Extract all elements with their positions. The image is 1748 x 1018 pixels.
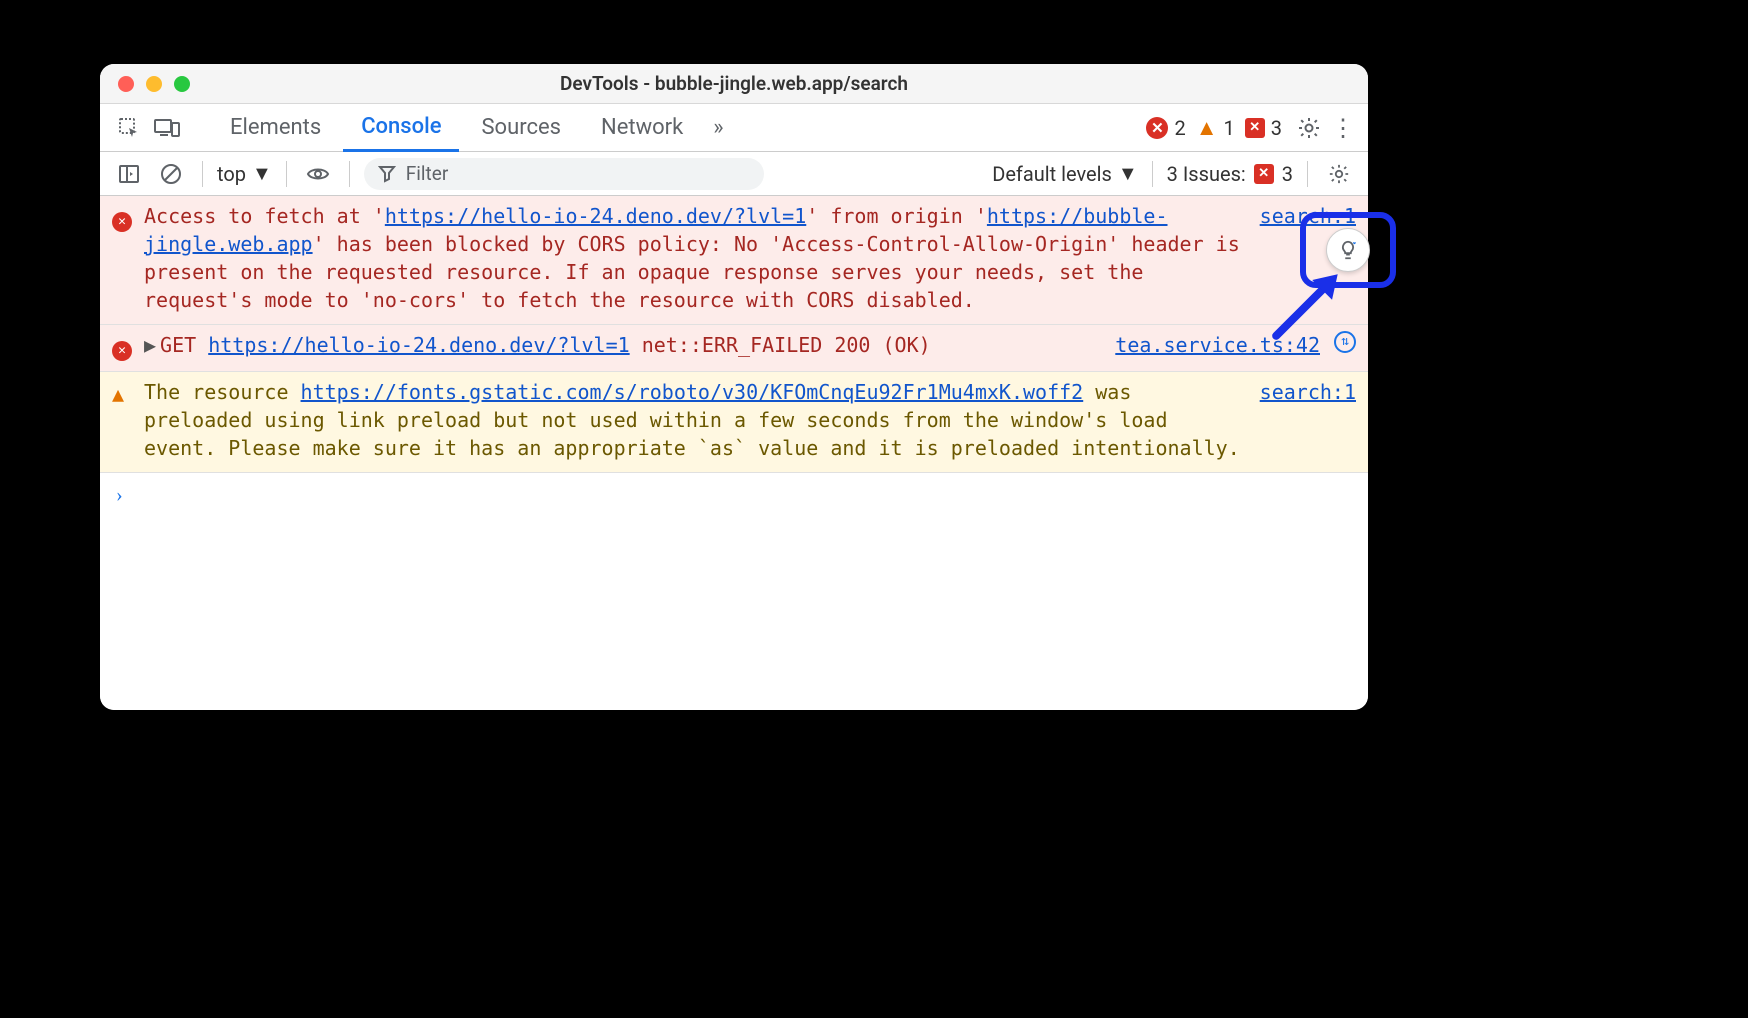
context-selector-value: top (217, 162, 246, 186)
toggle-sidebar-icon[interactable] (112, 157, 146, 191)
close-window-button[interactable] (118, 76, 134, 92)
divider (349, 161, 350, 187)
window-titlebar: DevTools - bubble-jingle.web.app/search (100, 64, 1368, 104)
log-levels-selector[interactable]: Default levels ▼ (992, 161, 1137, 186)
log-levels-label: Default levels (992, 162, 1112, 186)
console-messages: ✕ Access to fetch at 'https://hello-io-2… (100, 196, 1368, 710)
devtools-tab-bar: Elements Console Sources Network » ✕ 2 ▲… (100, 104, 1368, 152)
warning-icon: ▲ (1196, 115, 1218, 141)
filter-input[interactable]: Filter (364, 158, 764, 190)
window-title: DevTools - bubble-jingle.web.app/search (100, 72, 1368, 95)
prompt-caret-icon: › (116, 481, 123, 509)
divider (286, 161, 287, 187)
minimize-window-button[interactable] (146, 76, 162, 92)
filter-placeholder: Filter (406, 162, 448, 185)
console-filter-bar: top ▼ Filter Default levels ▼ 3 Issues: … (100, 152, 1368, 196)
error-icon: ✕ (112, 212, 132, 232)
live-expression-eye-icon[interactable] (301, 157, 335, 191)
tab-more[interactable]: » (705, 104, 731, 152)
issues-label: 3 Issues: (1167, 162, 1246, 186)
expand-caret-icon[interactable]: ▶ (144, 333, 156, 357)
console-input-row[interactable]: › (100, 473, 1368, 517)
divider (1307, 161, 1308, 187)
devtools-window: DevTools - bubble-jingle.web.app/search … (100, 64, 1368, 710)
error-count-value: 2 (1174, 116, 1185, 140)
error-icon: ✕ (112, 341, 132, 361)
error-icon: ✕ (1146, 117, 1168, 139)
message-text: ▶GET https://hello-io-24.deno.dev/?lvl=1… (144, 331, 1099, 361)
issues-count-top-value: 3 (1271, 116, 1282, 140)
settings-gear-icon[interactable] (1292, 111, 1326, 145)
message-text: Access to fetch at 'https://hello-io-24.… (144, 202, 1244, 314)
divider (1152, 161, 1153, 187)
warning-count[interactable]: ▲ 1 (1196, 115, 1235, 141)
issues-badge-icon: ✕ (1254, 164, 1274, 184)
funnel-icon (378, 165, 396, 183)
warning-icon: ▲ (112, 382, 124, 406)
console-warning-message[interactable]: ▲ The resource https://fonts.gstatic.com… (100, 372, 1368, 473)
issues-badge-count: 3 (1282, 162, 1293, 186)
chevron-down-icon: ▼ (252, 161, 272, 186)
clear-console-icon[interactable] (154, 157, 188, 191)
initiator-reload-icon[interactable]: ⇅ (1334, 331, 1356, 353)
console-settings-gear-icon[interactable] (1322, 157, 1356, 191)
ai-insight-bulb-icon[interactable] (1326, 228, 1370, 272)
issues-count-top[interactable]: ✕ 3 (1245, 116, 1282, 140)
message-text: The resource https://fonts.gstatic.com/s… (144, 378, 1244, 462)
message-link[interactable]: https://hello-io-24.deno.dev/?lvl=1 (385, 204, 806, 228)
issues-summary[interactable]: 3 Issues: ✕ 3 (1167, 162, 1293, 186)
issues-icon: ✕ (1245, 118, 1265, 138)
maximize-window-button[interactable] (174, 76, 190, 92)
tab-sources[interactable]: Sources (463, 104, 579, 152)
warning-count-value: 1 (1224, 116, 1235, 140)
device-toolbar-icon[interactable] (150, 111, 184, 145)
error-count[interactable]: ✕ 2 (1146, 116, 1185, 140)
console-error-message[interactable]: ✕ Access to fetch at 'https://hello-io-2… (100, 196, 1368, 325)
window-traffic-lights (100, 76, 190, 92)
console-error-message[interactable]: ✕ ▶GET https://hello-io-24.deno.dev/?lvl… (100, 325, 1368, 372)
tab-network[interactable]: Network (583, 104, 701, 152)
inspect-element-icon[interactable] (112, 111, 146, 145)
context-selector[interactable]: top ▼ (217, 161, 272, 186)
divider (202, 161, 203, 187)
message-link[interactable]: https://fonts.gstatic.com/s/roboto/v30/K… (301, 380, 1084, 404)
tab-elements[interactable]: Elements (212, 104, 339, 152)
message-link[interactable]: https://hello-io-24.deno.dev/?lvl=1 (208, 333, 629, 357)
tab-console[interactable]: Console (343, 104, 459, 152)
more-menu-icon[interactable]: ⋮ (1330, 114, 1356, 142)
ai-insight-highlight (1300, 212, 1396, 288)
chevron-down-icon: ▼ (1118, 161, 1138, 186)
message-source-link[interactable]: search:1 (1250, 378, 1356, 462)
